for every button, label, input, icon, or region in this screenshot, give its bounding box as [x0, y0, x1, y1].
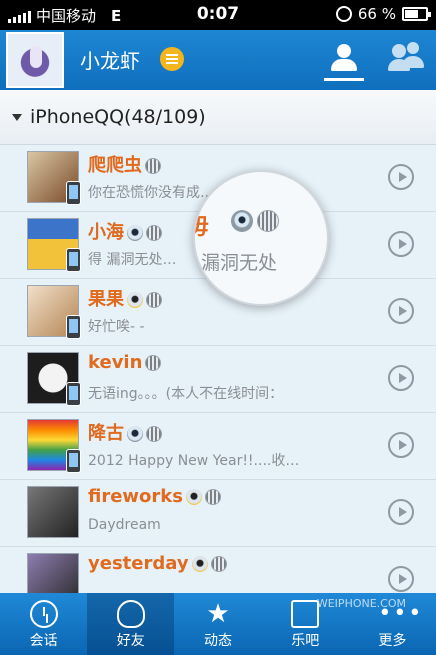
keyboard-status-icon: [204, 489, 221, 505]
battery-percent: 66 %: [357, 5, 396, 23]
text-magnifier: 毋 漏洞无处: [193, 170, 329, 306]
collapse-arrow-icon: [12, 114, 22, 121]
video-icon: [185, 489, 202, 505]
tab-label: 会话: [29, 633, 58, 649]
watermark: WEIPHONE.COM: [316, 597, 406, 610]
camera-icon: [231, 210, 253, 232]
play-button[interactable]: [388, 164, 414, 190]
keyboard-status-icon: [146, 292, 162, 308]
mobile-phone-icon: [66, 181, 81, 205]
battery-info: 66 %: [335, 5, 431, 23]
contact-name: kevin: [88, 352, 162, 373]
camera-icon: [127, 225, 143, 241]
contact-name: fireworks: [88, 486, 221, 507]
contact-name: 爬爬虫: [88, 151, 161, 177]
video-icon: [191, 556, 208, 572]
microphone-icon: [30, 46, 42, 68]
status-menu-button[interactable]: [160, 47, 184, 71]
star-icon: ★: [206, 599, 230, 629]
mobile-phone-icon: [66, 449, 81, 473]
contact-signature: Daydream: [88, 517, 161, 533]
keyboard-status-icon: [145, 355, 162, 371]
mobile-phone-icon: [66, 382, 81, 406]
contact-name: 小海: [88, 218, 162, 244]
group-contacts-icon[interactable]: [386, 40, 426, 80]
group-label: iPhoneQQ(48/109): [30, 106, 206, 128]
keyboard-status-icon: [146, 426, 162, 442]
contact-signature: 得 漏洞无处…: [88, 252, 177, 268]
play-button[interactable]: [388, 231, 414, 257]
contact-signature: 2012 Happy New Year!!....收…: [88, 453, 300, 469]
battery-icon: [402, 7, 431, 21]
keyboard-status-icon: [146, 225, 162, 241]
friends-icon: [116, 600, 145, 628]
contact-name: 降古: [88, 419, 162, 445]
profile-name[interactable]: 小龙虾: [80, 45, 140, 74]
keyboard-status-icon: [257, 210, 279, 232]
camera-icon: [127, 426, 143, 442]
group-header[interactable]: iPhoneQQ(48/109): [0, 90, 436, 145]
status-bar: 中国移动 E 0:07 66 %: [0, 0, 436, 30]
keyboard-status-icon: [210, 556, 227, 572]
contact-row[interactable]: yesterday: [0, 547, 436, 593]
tab-label: 更多: [378, 633, 407, 649]
tab-label: 好友: [116, 633, 145, 649]
play-button[interactable]: [388, 365, 414, 391]
single-contact-icon[interactable]: [324, 40, 364, 81]
contact-name: yesterday: [88, 553, 227, 574]
tab-feed[interactable]: ★ 动态: [174, 593, 261, 655]
play-button[interactable]: [388, 298, 414, 324]
play-button[interactable]: [388, 499, 414, 525]
mobile-phone-icon: [66, 248, 81, 272]
tab-chats[interactable]: 会话: [0, 593, 87, 655]
video-icon: [127, 292, 143, 308]
magnified-name: 毋: [195, 209, 209, 241]
contact-signature: 无语ing。。。(本人不在线时间：: [88, 386, 284, 402]
contact-avatar: [27, 486, 79, 538]
contact-row[interactable]: 降古 2012 Happy New Year!!....收…: [0, 413, 436, 480]
mobile-phone-icon: [66, 315, 81, 339]
tab-friends[interactable]: 好友: [87, 593, 175, 655]
tab-label: 动态: [204, 633, 232, 649]
contact-avatar: [27, 553, 79, 593]
contact-row[interactable]: kevin 无语ing。。。(本人不在线时间：: [0, 346, 436, 413]
contact-name: 果果: [88, 285, 162, 311]
magnified-signature: 漏洞无处: [201, 252, 278, 274]
app-header: 小龙虾: [0, 30, 436, 90]
play-button[interactable]: [388, 566, 414, 592]
contact-signature: 好忙唉- -: [88, 319, 145, 335]
play-button[interactable]: [388, 432, 414, 458]
clock-icon: [335, 6, 352, 22]
contact-row[interactable]: fireworks Daydream: [0, 480, 436, 547]
music-icon: [291, 600, 320, 628]
tab-label: 乐吧: [291, 633, 320, 649]
chat-icon: [29, 600, 58, 628]
profile-avatar[interactable]: [6, 32, 64, 88]
keyboard-status-icon: [145, 158, 161, 174]
